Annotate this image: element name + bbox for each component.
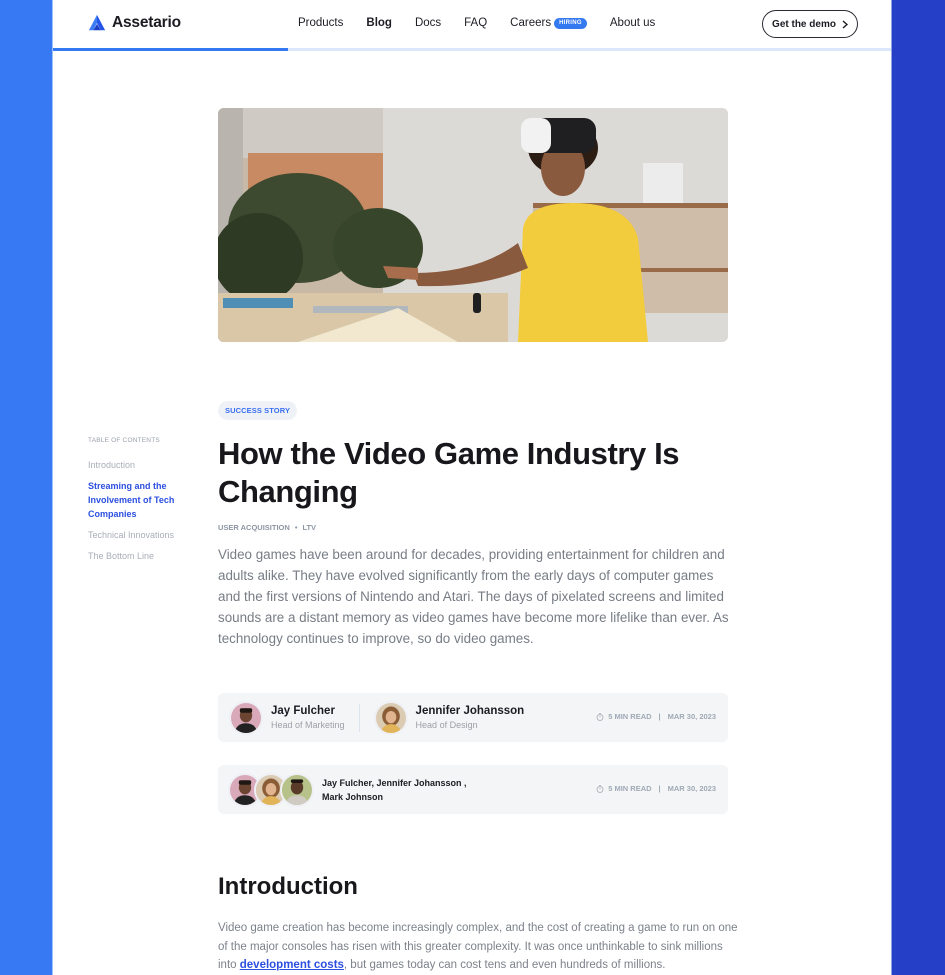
logo[interactable]: Assetario (88, 14, 181, 32)
toc-item-technical-innovations[interactable]: Technical Innovations (88, 528, 188, 542)
logo-icon (88, 14, 106, 31)
toc-item-introduction[interactable]: Introduction (88, 458, 188, 472)
get-demo-button[interactable]: Get the demo (762, 10, 858, 38)
toc-item-bottom-line[interactable]: The Bottom Line (88, 549, 188, 563)
nav-about-label: About us (609, 17, 656, 29)
tag-separator: • (294, 523, 298, 532)
nav-careers[interactable]: Careers HIRING (510, 17, 587, 29)
reading-progress-fill (53, 48, 289, 51)
avatar (229, 700, 263, 735)
clock-icon (596, 784, 604, 793)
nav-faq-label: FAQ (464, 17, 488, 29)
section-body: Video game creation has become increasin… (218, 919, 738, 975)
tag-user-acquisition[interactable]: USER ACQUISITION (218, 523, 290, 532)
body-text-part: , but games today can cost tens and even… (343, 959, 666, 972)
avatar (280, 772, 314, 807)
read-time: 5 MIN READ (608, 784, 652, 793)
background-right-panel (892, 0, 945, 975)
get-demo-label: Get the demo (772, 18, 836, 30)
reading-progress-bar (53, 48, 891, 51)
author-name: Jennifer Johansson (415, 705, 525, 717)
brand-name: Assetario (112, 14, 181, 31)
article-meta: 5 MIN READ | MAR 30, 2023 (596, 712, 716, 721)
table-of-contents: TABLE OF CONTENTS Introduction Streaming… (88, 437, 188, 570)
clock-icon (596, 712, 604, 721)
site-header: Assetario Products Blog Docs FAQ Careers… (53, 0, 891, 51)
avatar-stack[interactable] (228, 772, 314, 807)
nav-blog-label: Blog (366, 17, 392, 29)
page: Assetario Products Blog Docs FAQ Careers… (52, 0, 892, 975)
author-jennifer-johansson[interactable]: Jennifer Johansson Head of Design (373, 700, 525, 735)
section-heading-introduction: Introduction (218, 873, 358, 900)
nav-products[interactable]: Products (298, 17, 343, 29)
nav-products-label: Products (298, 17, 344, 29)
nav-docs[interactable]: Docs (415, 17, 441, 29)
author-role: Head of Design (415, 720, 478, 730)
nav-blog[interactable]: Blog (366, 17, 392, 29)
nav-about[interactable]: About us (610, 17, 655, 29)
publish-date: MAR 30, 2023 (667, 712, 716, 721)
nav-careers-label: Careers (510, 17, 552, 29)
multi-author-card: Jay Fulcher, Jennifer Johansson , Mark J… (218, 765, 728, 814)
vr-photo-illustration (218, 108, 728, 342)
read-time: 5 MIN READ (608, 712, 652, 721)
nav-docs-label: Docs (414, 17, 442, 29)
author-role: Head of Marketing (271, 720, 345, 730)
author-names: Jay Fulcher, Jennifer Johansson , Mark J… (322, 776, 472, 804)
authors-card: Jay Fulcher Head of Marketing Jennifer J… (218, 693, 728, 742)
toc-title: TABLE OF CONTENTS (88, 437, 160, 444)
avatar (373, 700, 408, 735)
category-badge[interactable]: SUCCESS STORY (218, 401, 298, 420)
article-lede: Video games have been around for decades… (218, 547, 729, 646)
author-names-line1: Jay Fulcher, Jennifer Johansson , (322, 777, 467, 788)
meta-separator: | (658, 784, 661, 793)
development-costs-link[interactable]: development costs (240, 959, 344, 971)
chevron-right-icon (842, 19, 848, 29)
toc-item-streaming[interactable]: Streaming and the Involvement of Tech Co… (88, 479, 188, 521)
hiring-badge: HIRING (554, 17, 587, 29)
meta-separator: | (658, 712, 661, 721)
main-nav: Products Blog Docs FAQ Careers HIRING Ab… (298, 17, 678, 29)
article-tags: USER ACQUISITION • LTV (218, 523, 316, 532)
author-divider (358, 703, 360, 732)
author-name: Jay Fulcher (271, 705, 335, 717)
publish-date: MAR 30, 2023 (667, 784, 716, 793)
article-meta: 5 MIN READ | MAR 30, 2023 (596, 784, 716, 793)
article-title: How the Video Game Industry Is Changing (218, 436, 680, 509)
author-jay-fulcher[interactable]: Jay Fulcher Head of Marketing (229, 700, 345, 735)
hero-image (218, 108, 728, 342)
tag-ltv[interactable]: LTV (302, 523, 316, 532)
author-names-line2: Mark Johnson (322, 791, 384, 802)
nav-faq[interactable]: FAQ (464, 17, 487, 29)
